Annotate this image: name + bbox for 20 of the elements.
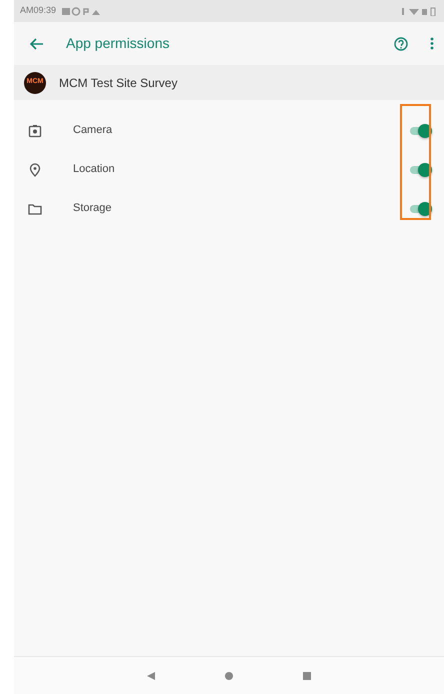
folder-icon bbox=[28, 202, 42, 216]
home-nav-icon[interactable] bbox=[225, 672, 233, 680]
permission-toggle[interactable] bbox=[408, 124, 432, 138]
permission-toggle[interactable] bbox=[408, 202, 432, 216]
help-icon[interactable] bbox=[394, 36, 408, 50]
status-time: AM09:39 bbox=[20, 4, 56, 18]
recents-nav-icon[interactable] bbox=[303, 672, 311, 680]
app-name: MCM Test Site Survey bbox=[59, 74, 178, 92]
back-nav-icon[interactable] bbox=[147, 672, 155, 680]
permission-toggle[interactable] bbox=[408, 162, 432, 176]
screen-title: App permissions bbox=[66, 34, 170, 53]
permission-label: Storage bbox=[73, 201, 113, 216]
system-tray-icons bbox=[402, 6, 436, 16]
more-options-icon[interactable] bbox=[430, 37, 434, 50]
location-pin-icon bbox=[28, 162, 42, 176]
back-icon[interactable] bbox=[30, 38, 44, 50]
camera-icon bbox=[28, 124, 42, 138]
permission-label: Camera bbox=[73, 123, 114, 138]
permission-label: Location bbox=[73, 162, 116, 178]
status-icons bbox=[62, 6, 102, 16]
